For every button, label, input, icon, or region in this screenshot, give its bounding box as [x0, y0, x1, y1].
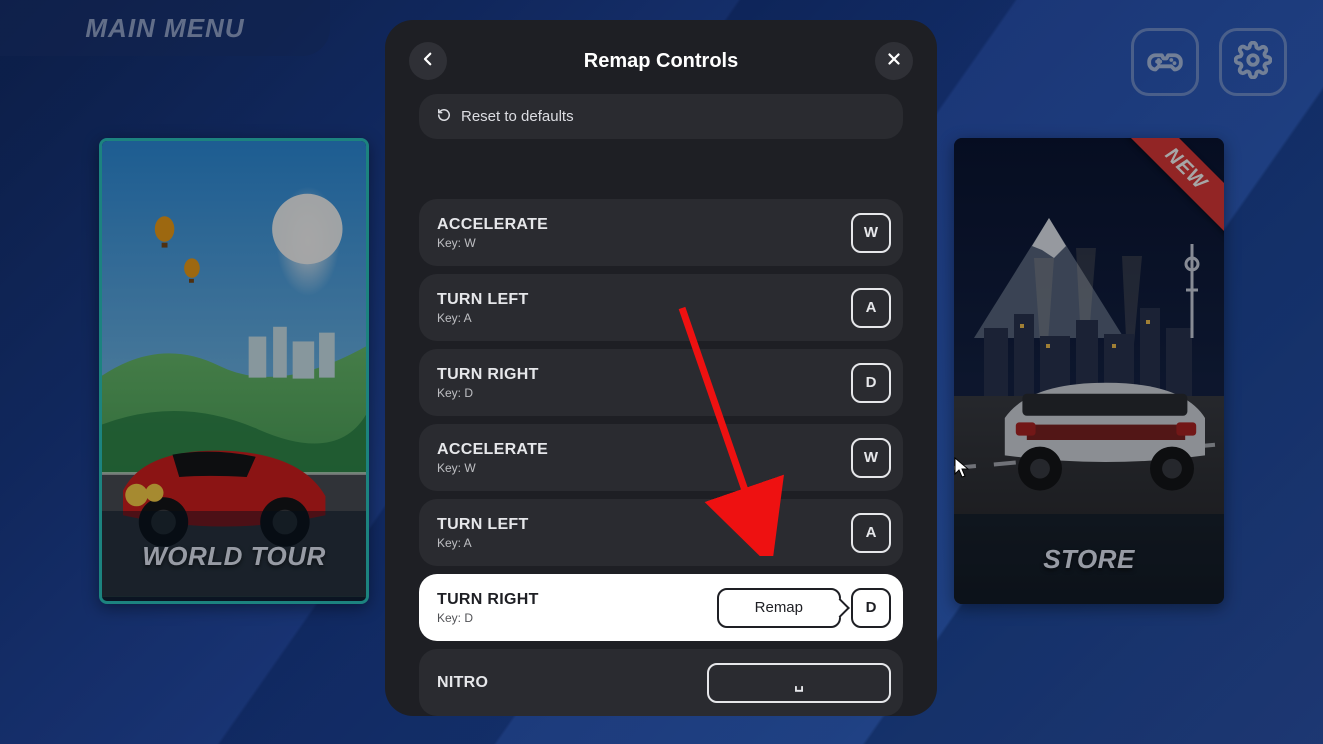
close-button[interactable]: [875, 42, 913, 80]
key-badge[interactable]: ␣: [707, 663, 891, 703]
control-key-sub: Key: A: [437, 536, 529, 550]
control-name: TURN LEFT: [437, 516, 529, 534]
key-badge[interactable]: W: [851, 213, 891, 253]
control-name: TURN RIGHT: [437, 366, 539, 384]
control-row-nitro-6[interactable]: NITRO ␣: [419, 649, 903, 716]
control-row-turn-right-2[interactable]: TURN RIGHT Key: D D: [419, 349, 903, 416]
control-key-sub: Key: A: [437, 311, 529, 325]
control-row-accelerate-0[interactable]: ACCELERATE Key: W W: [419, 199, 903, 266]
control-name: TURN LEFT: [437, 291, 529, 309]
remap-tooltip: Remap: [717, 588, 841, 628]
control-row-accelerate-3[interactable]: ACCELERATE Key: W W: [419, 424, 903, 491]
key-badge[interactable]: D: [851, 588, 891, 628]
control-name: TURN RIGHT: [437, 591, 539, 609]
key-badge[interactable]: W: [851, 438, 891, 478]
control-row-turn-left-4[interactable]: TURN LEFT Key: A A: [419, 499, 903, 566]
control-name: ACCELERATE: [437, 216, 548, 234]
reset-label: Reset to defaults: [461, 108, 574, 125]
control-name: NITRO: [437, 674, 488, 692]
key-badge[interactable]: A: [851, 288, 891, 328]
arrow-left-icon: [419, 50, 437, 73]
key-badge[interactable]: A: [851, 513, 891, 553]
control-key-sub: Key: D: [437, 386, 539, 400]
control-key-sub: Key: W: [437, 236, 548, 250]
control-name: ACCELERATE: [437, 441, 548, 459]
refresh-icon: [437, 108, 451, 126]
control-row-turn-left-1[interactable]: TURN LEFT Key: A A: [419, 274, 903, 341]
modal-title: Remap Controls: [584, 50, 738, 73]
remap-controls-modal: Remap Controls Reset to defaults ACCELER…: [385, 20, 937, 716]
control-row-turn-right-5[interactable]: TURN RIGHT Key: D RemapD: [419, 574, 903, 641]
reset-to-defaults-button[interactable]: Reset to defaults: [419, 94, 903, 139]
control-key-sub: Key: W: [437, 461, 548, 475]
control-key-sub: Key: D: [437, 611, 539, 625]
back-button[interactable]: [409, 42, 447, 80]
key-badge[interactable]: D: [851, 363, 891, 403]
close-icon: [885, 50, 903, 73]
